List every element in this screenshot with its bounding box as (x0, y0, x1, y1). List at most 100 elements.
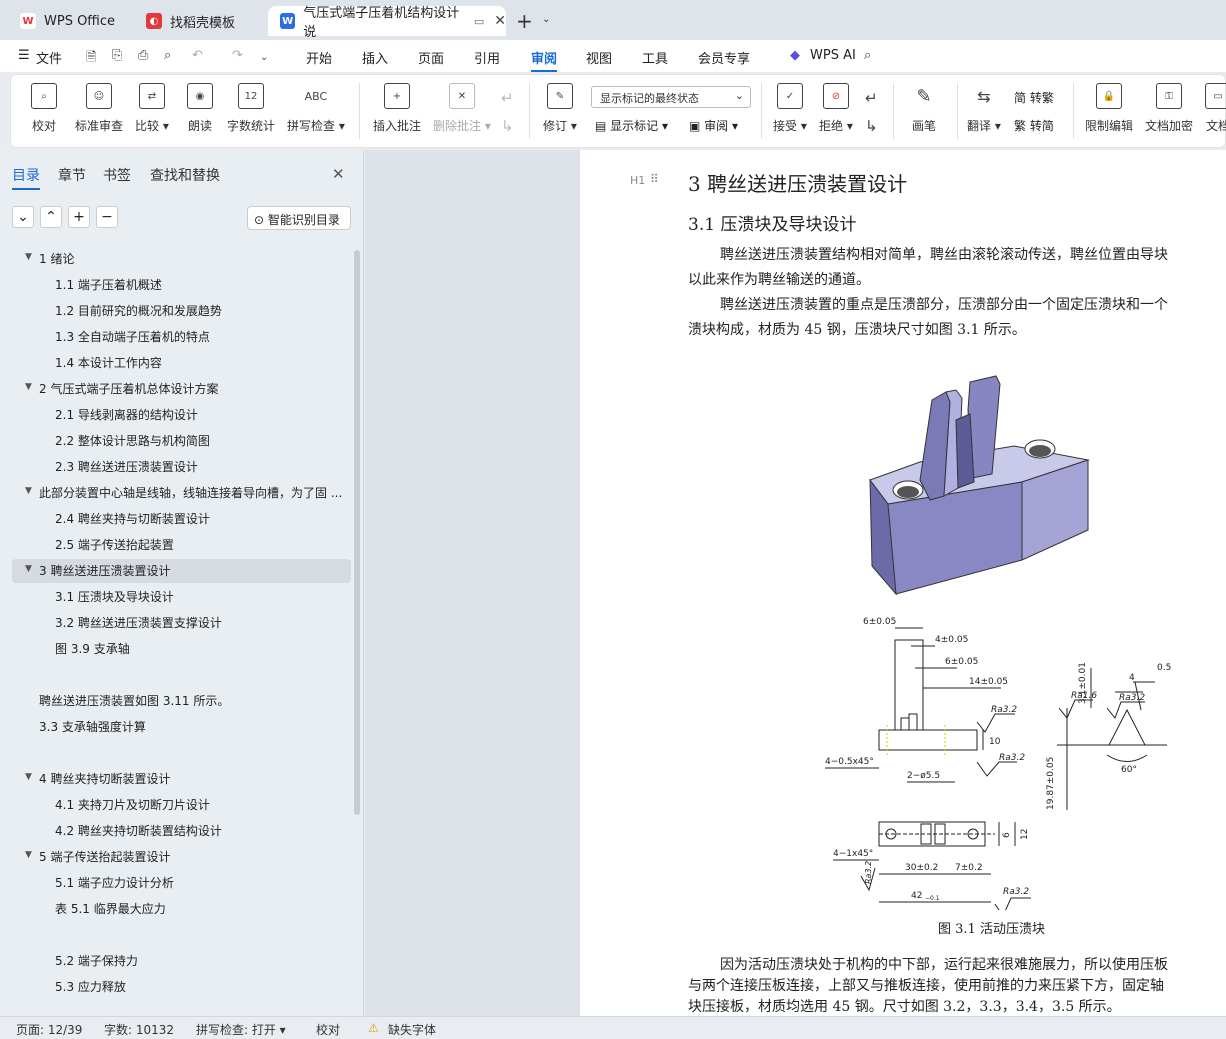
expand-arrow-icon[interactable]: ▼ (25, 382, 32, 392)
doc-more-button[interactable]: ▭ 文档 (1205, 83, 1226, 134)
toc-item[interactable]: 4.2 聘丝夹持切断装置结构设计 (55, 822, 222, 839)
markup-display-select[interactable]: 显示标记的最终状态 ⌄ (591, 86, 751, 108)
expand-arrow-icon[interactable]: ▼ (25, 252, 32, 262)
show-markup-button[interactable]: ▤ 显示标记 ▾ (595, 117, 668, 134)
toc-item[interactable]: 1.3 全自动端子压着机的特点 (55, 328, 210, 345)
menu-wps-ai[interactable]: WPS AI (810, 48, 856, 63)
toc-item[interactable]: 3.3 支承轴强度计算 (39, 718, 146, 735)
encrypt-button[interactable]: ⚿ 文档加密 (1145, 83, 1193, 134)
word-count-indicator[interactable]: 字数: 10132 (104, 1021, 174, 1038)
menu-review[interactable]: 审阅 (531, 48, 558, 72)
toc-item[interactable]: 2 气压式端子压着机总体设计方案 (39, 380, 218, 397)
proof-indicator[interactable]: 校对 (316, 1021, 340, 1038)
translate-button[interactable]: ⇆ 翻译 ▾ (967, 83, 1001, 134)
toc-item[interactable]: 5 端子传送抬起装置设计 (39, 848, 170, 865)
standard-review-button[interactable]: ☺ 标准审查 (75, 83, 123, 134)
scrollbar[interactable] (354, 250, 360, 815)
screen-icon[interactable]: ▭ (474, 15, 484, 28)
chevron-down-icon[interactable]: ⌄ (542, 14, 550, 25)
toc-item[interactable]: 3.1 压溃块及导块设计 (55, 588, 174, 605)
toc-item[interactable]: 2.2 整体设计思路与机构简图 (55, 432, 210, 449)
next-comment-icon[interactable]: ↳ (501, 117, 514, 135)
redo-icon[interactable]: ↷ (232, 48, 243, 63)
menu-member[interactable]: 会员专享 (698, 48, 750, 67)
word-count-button[interactable]: 12 字数统计 (227, 83, 275, 134)
toc-item[interactable]: 5.1 端子应力设计分析 (55, 874, 174, 891)
delete-comment-button[interactable]: ✕ 删除批注 ▾ (433, 83, 491, 134)
nav-tab-chapters[interactable]: 章节 (58, 165, 86, 185)
expand-arrow-icon[interactable]: ▼ (25, 564, 32, 574)
track-changes-button[interactable]: ✎ 修订 ▾ (543, 83, 577, 134)
proof-button[interactable]: ⌕ 校对 (31, 83, 57, 134)
nav-tab-find-replace[interactable]: 查找和替换 (150, 165, 220, 185)
close-pane-icon[interactable]: ✕ (332, 165, 345, 183)
toc-item[interactable]: 2.1 导线剥离器的结构设计 (55, 406, 198, 423)
undo-icon[interactable]: ↶ (192, 48, 203, 63)
toc-item[interactable]: 2.4 聘丝夹持与切断装置设计 (55, 510, 210, 527)
smart-toc-button[interactable]: ⊙ 智能识别目录 (247, 206, 351, 230)
toc-item[interactable]: 2.5 端子传送抬起装置 (55, 536, 174, 553)
toc-item[interactable]: 此部分装置中心轴是线轴，线轴连接着导向槽，为了固 ... (39, 484, 342, 501)
expand-arrow-icon[interactable]: ▼ (25, 772, 32, 782)
menu-references[interactable]: 引用 (474, 48, 500, 67)
tab-docer[interactable]: ◐ 找稻壳模板 (134, 6, 262, 36)
new-tab-icon[interactable]: + (516, 9, 533, 33)
toc-item[interactable]: 4 聘丝夹持切断装置设计 (39, 770, 170, 787)
menu-page[interactable]: 页面 (418, 48, 444, 67)
menu-tools[interactable]: 工具 (642, 48, 668, 67)
close-tab-icon[interactable]: ✕ (494, 13, 506, 29)
toc-item[interactable]: 1.4 本设计工作内容 (55, 354, 162, 371)
to-simplified-button[interactable]: 繁 转简 (1014, 117, 1054, 134)
tab-current-document[interactable]: W 气压式端子压着机结构设计 说 ▭ ✕ (268, 6, 506, 40)
to-traditional-button[interactable]: 简 转繁 (1014, 89, 1054, 106)
prev-change-icon[interactable]: ↵ (865, 89, 878, 107)
search-icon[interactable]: ⌕ (864, 48, 871, 63)
toc-item[interactable]: 1.2 目前研究的概况和发展趋势 (55, 302, 222, 319)
menu-view[interactable]: 视图 (586, 48, 612, 67)
spell-check-button[interactable]: ABC 拼写检查 ▾ (287, 83, 345, 134)
toc-item[interactable]: 4.1 夹持刀片及切断刀片设计 (55, 796, 210, 813)
document-page[interactable]: H1 ⠿ 3 聘丝送进压溃装置设计 3.1 压溃块及导块设计 聘丝送进压溃装置结… (580, 150, 1226, 1016)
compare-button[interactable]: ⇄ 比较 ▾ (135, 83, 169, 134)
expand-arrow-icon[interactable]: ▼ (25, 850, 32, 860)
menu-file[interactable]: 文件 (36, 48, 62, 67)
spell-check-indicator[interactable]: 拼写检查: 打开 ▾ (196, 1021, 286, 1038)
read-aloud-button[interactable]: ◉ 朗读 (187, 83, 213, 134)
add-heading-button[interactable]: + (68, 206, 90, 228)
tab-wps-office[interactable]: W WPS Office (8, 6, 128, 36)
page-indicator[interactable]: 页面: 12/39 (16, 1021, 82, 1038)
restrict-edit-button[interactable]: 🔒 限制编辑 (1085, 83, 1133, 134)
toc-item[interactable]: 表 5.1 临界最大应力 (55, 900, 166, 917)
nav-tab-bookmarks[interactable]: 书签 (103, 165, 131, 185)
export-icon[interactable]: ⎘ (112, 48, 122, 63)
hamburger-icon[interactable]: ☰ (18, 48, 30, 63)
remove-heading-button[interactable]: − (96, 206, 118, 228)
toc-item[interactable]: 1 绪论 (39, 250, 74, 267)
expand-button[interactable]: ⌃ (40, 206, 62, 228)
toc-item[interactable]: 聘丝送进压溃装置如图 3.11 所示。 (39, 692, 229, 709)
toc-item[interactable]: 2.3 聘丝送进压溃装置设计 (55, 458, 198, 475)
toc-item[interactable]: 3 聘丝送进压溃装置设计 (39, 562, 170, 579)
review-pane-button[interactable]: ▣ 审阅 ▾ (689, 117, 738, 134)
toc-item[interactable]: 图 3.9 支承轴 (55, 640, 130, 657)
next-change-icon[interactable]: ↳ (865, 117, 878, 135)
chevron-down-icon[interactable]: ⌄ (260, 52, 268, 63)
collapse-all-button[interactable]: ⌄ (12, 206, 34, 228)
expand-arrow-icon[interactable]: ▼ (25, 486, 32, 496)
save-icon[interactable]: 🗎 (86, 48, 96, 70)
reject-button[interactable]: ⊘ 拒绝 ▾ (819, 83, 853, 134)
drag-handle-icon[interactable]: ⠿ (650, 172, 659, 186)
menu-insert[interactable]: 插入 (362, 48, 388, 67)
toc-item[interactable]: 1.1 端子压着机概述 (55, 276, 162, 293)
prev-comment-icon[interactable]: ↵ (501, 89, 514, 107)
ink-button[interactable]: ✎ 画笔 (911, 83, 937, 134)
accept-button[interactable]: ✓ 接受 ▾ (773, 83, 807, 134)
missing-font-indicator[interactable]: 缺失字体 (388, 1021, 436, 1038)
toc-item[interactable]: 3.2 聘丝送进压溃装置支撑设计 (55, 614, 222, 631)
toc-item[interactable]: 5.2 端子保持力 (55, 952, 138, 969)
menu-home[interactable]: 开始 (306, 48, 332, 67)
print-icon[interactable]: ⎙ (138, 48, 148, 63)
toc-item[interactable]: 5.3 应力释放 (55, 978, 126, 995)
print-preview-icon[interactable]: ⌕ (164, 48, 171, 63)
nav-tab-toc[interactable]: 目录 (12, 165, 40, 185)
